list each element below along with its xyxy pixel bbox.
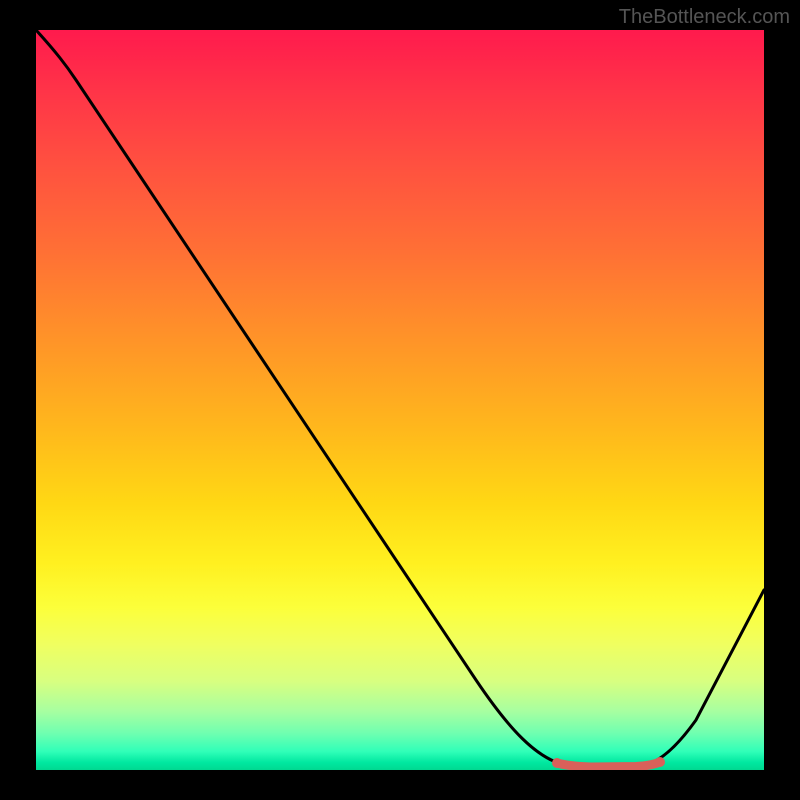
chart-container: TheBottleneck.com — [0, 0, 800, 800]
highlight-flat-region-path — [557, 762, 660, 767]
bottleneck-curve-path — [36, 30, 764, 767]
highlight-start-dot — [552, 758, 562, 768]
curve-layer — [36, 30, 764, 770]
highlight-end-dot — [655, 757, 665, 767]
plot-area — [36, 30, 764, 770]
watermark-text: TheBottleneck.com — [619, 6, 790, 29]
